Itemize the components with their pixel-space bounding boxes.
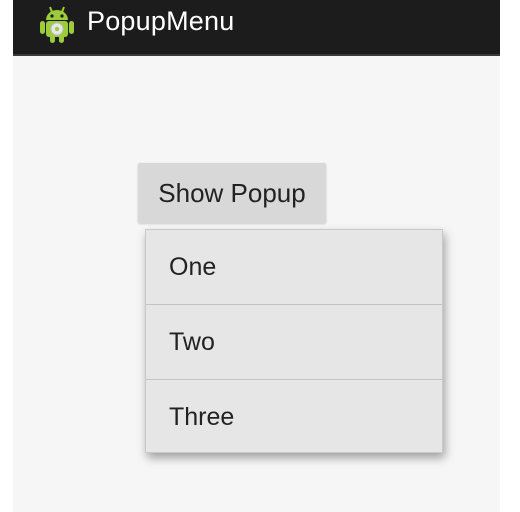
menu-item-two[interactable]: Two bbox=[146, 305, 442, 379]
menu-item-three[interactable]: Three bbox=[146, 380, 442, 454]
popup-menu: One Two Three bbox=[145, 229, 443, 453]
show-popup-button[interactable]: Show Popup bbox=[138, 163, 326, 223]
menu-item-one[interactable]: One bbox=[146, 230, 442, 304]
app-screen: PopupMenu Show Popup One Two Three bbox=[13, 0, 500, 512]
action-bar: PopupMenu bbox=[13, 0, 500, 56]
app-title: PopupMenu bbox=[87, 6, 235, 36]
android-robot-icon bbox=[37, 4, 77, 44]
